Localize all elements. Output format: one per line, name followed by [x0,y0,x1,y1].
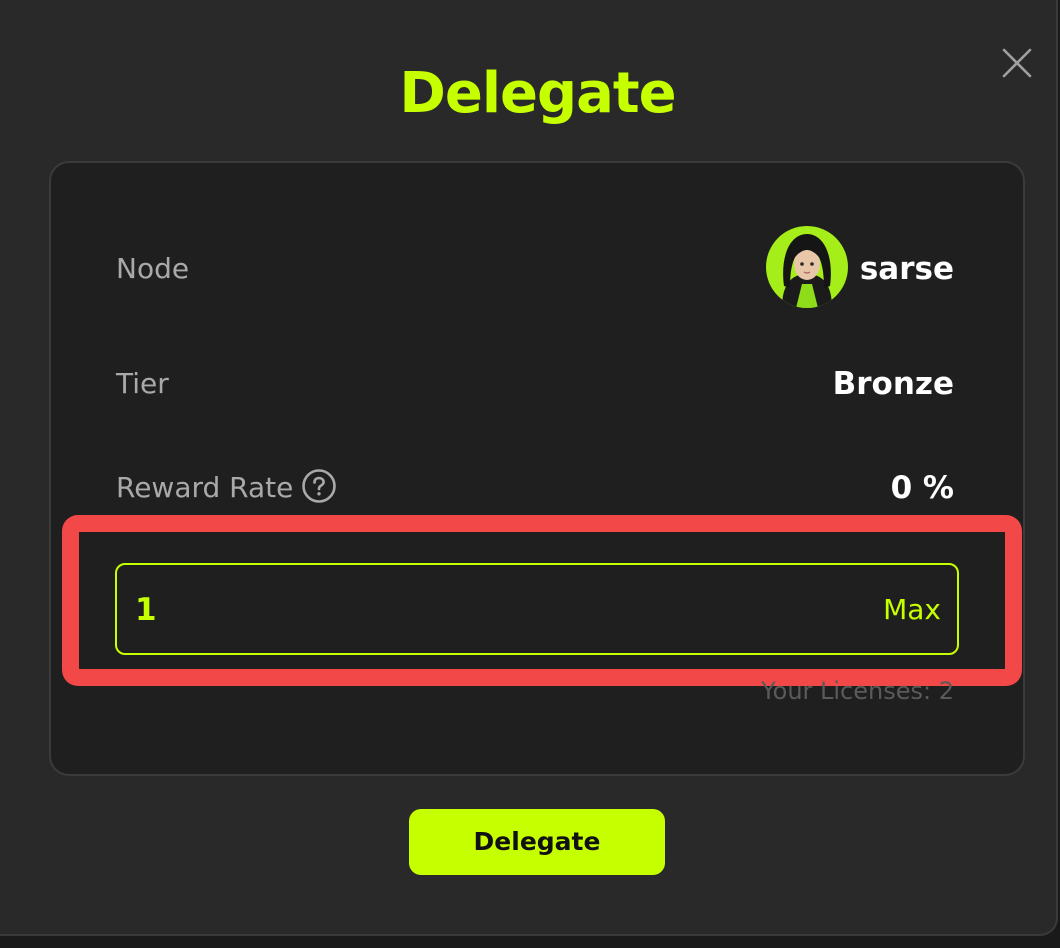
delegate-modal: Delegate Node sarse Tier Bronze Reward R… [0,0,1058,936]
node-label: Node [116,252,190,285]
reward-rate-label-row: Reward Rate [116,468,337,507]
node-avatar [766,226,848,308]
reward-rate-label: Reward Rate [116,471,294,504]
modal-title: Delegate [399,61,676,126]
delegate-button[interactable]: Delegate [409,809,665,875]
amount-input[interactable] [135,585,835,635]
max-button[interactable]: Max [883,590,941,630]
avatar-icon [766,226,848,308]
licenses-count: Your Licenses: 2 [761,677,954,705]
reward-rate-value: 0 % [890,470,954,506]
tier-label: Tier [116,367,169,400]
question-circle-icon[interactable] [301,468,337,504]
node-name: sarse [859,251,954,287]
amount-input-box: Max [115,563,959,655]
tier-value: Bronze [832,366,954,402]
